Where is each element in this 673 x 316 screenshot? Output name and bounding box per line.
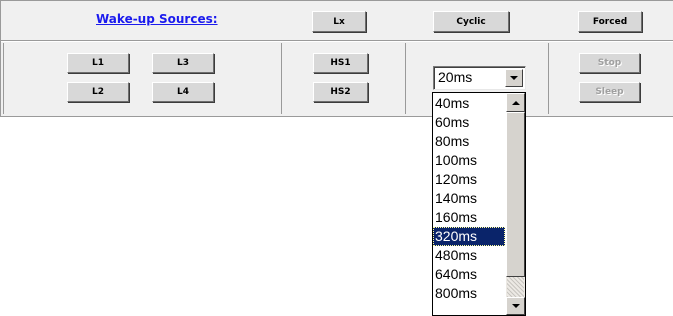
col-divider-3 — [548, 43, 549, 114]
hs1-button[interactable]: HS1 — [313, 53, 368, 73]
frame-bottom — [0, 116, 673, 117]
chevron-down-icon — [510, 76, 518, 80]
hs2-button[interactable]: HS2 — [313, 82, 368, 102]
col-divider-1 — [281, 43, 282, 114]
l3-button[interactable]: L3 — [152, 53, 214, 73]
l4-button[interactable]: L4 — [152, 82, 214, 102]
option-160ms[interactable]: 160ms — [433, 208, 505, 227]
option-80ms[interactable]: 80ms — [433, 132, 505, 151]
row-divider-highlight — [0, 41, 673, 42]
scroll-down-button[interactable] — [506, 297, 525, 315]
cyclic-period-value: 20ms — [438, 69, 473, 85]
l1-button[interactable]: L1 — [67, 53, 129, 73]
l2-button[interactable]: L2 — [67, 82, 129, 102]
chevron-down-icon — [511, 304, 520, 308]
cyclic-period-select[interactable]: 20ms — [433, 66, 526, 90]
forced-button[interactable]: Forced — [578, 11, 642, 32]
option-120ms[interactable]: 120ms — [433, 170, 505, 189]
scrollbar-track-lower[interactable] — [507, 277, 524, 297]
frame-top — [0, 0, 673, 1]
option-800ms[interactable]: 800ms — [433, 284, 505, 303]
select-dropdown-button[interactable] — [505, 69, 523, 87]
stop-button[interactable]: Stop — [579, 53, 640, 73]
cyclic-button[interactable]: Cyclic — [433, 11, 509, 32]
cyclic-period-dropdown[interactable]: 40ms 60ms 80ms 100ms 120ms 140ms 160ms 3… — [432, 92, 526, 316]
chevron-up-icon — [511, 100, 520, 105]
option-100ms[interactable]: 100ms — [433, 151, 505, 170]
sleep-button[interactable]: Sleep — [579, 82, 640, 102]
option-40ms[interactable]: 40ms — [433, 94, 505, 113]
scrollbar-thumb[interactable] — [506, 112, 525, 277]
option-60ms[interactable]: 60ms — [433, 113, 505, 132]
option-140ms[interactable]: 140ms — [433, 189, 505, 208]
lx-button[interactable]: Lx — [312, 11, 366, 32]
col-divider-2 — [405, 43, 406, 114]
scroll-up-button[interactable] — [506, 93, 525, 112]
option-480ms[interactable]: 480ms — [433, 246, 505, 265]
frame-left — [0, 0, 1, 117]
inner-left — [3, 43, 4, 114]
option-320ms[interactable]: 320ms — [433, 227, 505, 246]
option-640ms[interactable]: 640ms — [433, 265, 505, 284]
wakeup-sources-link[interactable]: Wake-up Sources: — [96, 12, 218, 26]
